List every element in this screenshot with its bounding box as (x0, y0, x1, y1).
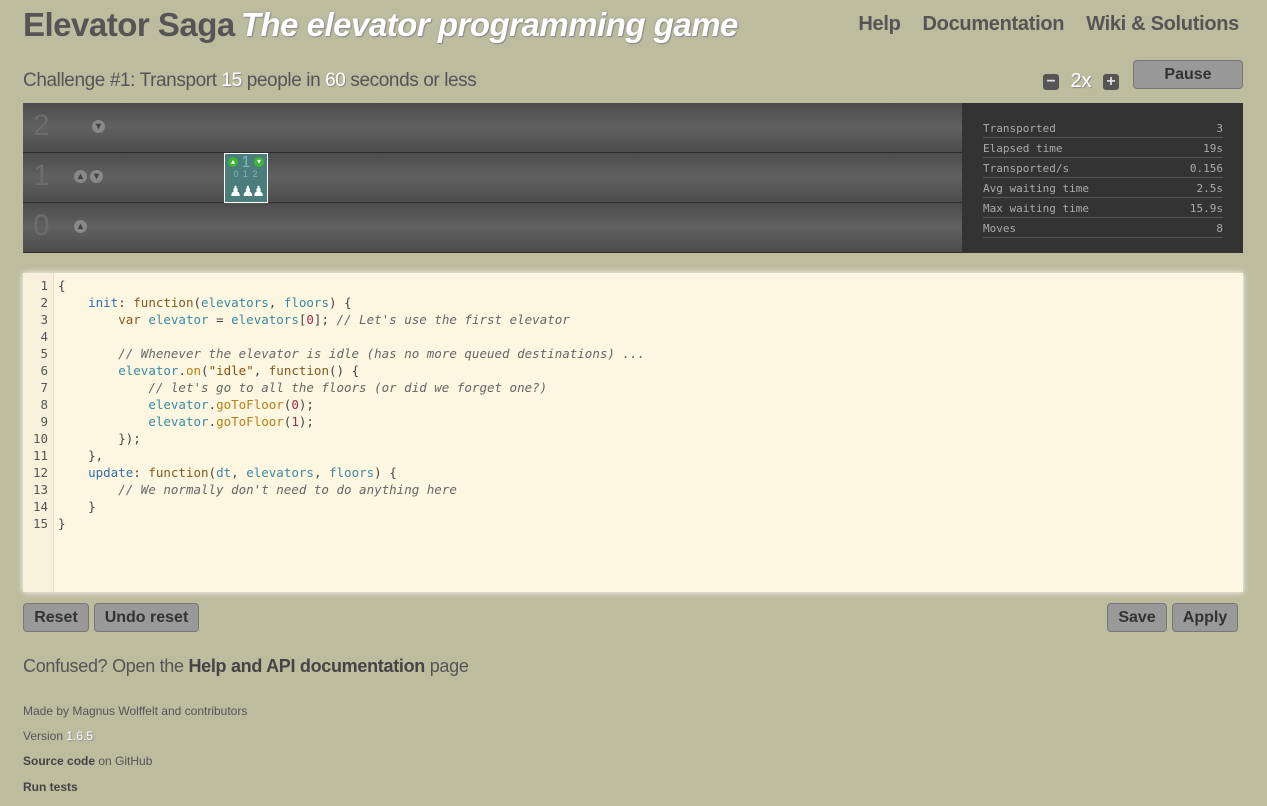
floor-0: 0 ▴ (23, 203, 962, 253)
code-line[interactable]: } (58, 499, 96, 514)
code-line[interactable]: // let's go to all the floors (or did we… (58, 380, 547, 395)
challenge-seconds: 60 (325, 70, 346, 91)
code-line[interactable]: }); (58, 431, 141, 446)
code-line[interactable]: elevator.goToFloor(1); (58, 414, 314, 429)
challenge-middle: people in (246, 70, 321, 91)
source-line: Source code on GitHub (23, 754, 152, 768)
line-number: 4 (40, 329, 48, 344)
line-number: 11 (32, 448, 48, 463)
line-number: 15 (32, 516, 48, 531)
app-title-text: Elevator Saga (23, 6, 235, 43)
code-line[interactable]: // Whenever the elevator is idle (has no… (58, 346, 645, 361)
code-line[interactable]: elevator.goToFloor(0); (58, 397, 314, 412)
line-number-gutter: 1 2 3 4 5 6 7 8 9 10 11 12 13 14 15 (23, 273, 54, 592)
floor-1: 1 ▴ ▾ (23, 153, 962, 203)
stat-row: Avg waiting time 2.5s (983, 180, 1223, 198)
challenge-suffix: seconds or less (350, 70, 477, 91)
apply-button[interactable]: Apply (1172, 603, 1238, 632)
save-button[interactable]: Save (1107, 603, 1167, 632)
stat-row: Max waiting time 15.9s (983, 200, 1223, 218)
challenge-prefix: Challenge #1: Transport (23, 70, 217, 91)
reset-button[interactable]: Reset (23, 603, 89, 632)
challenge-people-count: 15 (221, 70, 242, 91)
floor-2: 2 ▾ (23, 103, 962, 153)
line-number: 7 (40, 380, 48, 395)
version-line: Version 1.6.5 (23, 729, 93, 743)
code-line[interactable]: // We normally don't need to do anything… (58, 482, 457, 497)
floor-down-button-icon[interactable]: ▾ (92, 120, 105, 133)
floor-number: 1 (33, 159, 50, 192)
line-number: 10 (32, 431, 48, 446)
version-number: 1.6.5 (66, 729, 94, 743)
line-number: 2 (40, 295, 48, 310)
elevator-car: ▴ ▾ 1 0 1 2 ♟ ♟♟ (224, 153, 268, 203)
speed-controls: − 2x + (1043, 70, 1119, 93)
line-number: 8 (40, 397, 48, 412)
app-title: Elevator Saga The elevator programming ga… (23, 6, 738, 44)
help-docs-link[interactable]: Help and API documentation (188, 656, 425, 676)
nav-help-link[interactable]: Help (858, 13, 900, 36)
code-line[interactable]: } (58, 516, 66, 531)
code-line[interactable]: }, (58, 448, 103, 463)
undo-reset-button[interactable]: Undo reset (94, 603, 199, 632)
speed-decrease-button[interactable]: − (1043, 73, 1059, 90)
code-line[interactable]: { (58, 278, 66, 293)
stat-row: Elapsed time 19s (983, 140, 1223, 158)
pause-button[interactable]: Pause (1133, 60, 1243, 89)
stat-row: Transported 3 (983, 120, 1223, 138)
code-line[interactable]: init: function(elevators, floors) { (58, 295, 351, 310)
source-code-link[interactable]: Source code (23, 754, 95, 768)
stats-panel: Transported 3 Elapsed time 19s Transported… (962, 103, 1243, 253)
challenge-description: Challenge #1: Transport 15 people in 60 … (23, 70, 477, 92)
floor-down-button-icon[interactable]: ▾ (90, 170, 103, 183)
code-line[interactable]: elevator.on("idle", function() { (58, 363, 359, 378)
elevator-world: 2 ▾ 1 ▴ ▾ 0 ▴ ▴ ▾ 1 0 1 2 ♟ ♟♟ Transport… (23, 103, 1243, 253)
line-number: 14 (32, 499, 48, 514)
speed-value: 2x (1070, 70, 1092, 92)
code-line[interactable]: var elevator = elevators[0]; // Let's us… (58, 312, 570, 327)
nav-documentation-link[interactable]: Documentation (923, 13, 1065, 36)
line-number: 12 (32, 465, 48, 480)
made-by: Made by Magnus Wolffelt and contributors (23, 704, 248, 718)
floor-up-button-icon[interactable]: ▴ (74, 220, 87, 233)
stat-row: Transported/s 0.156 (983, 160, 1223, 178)
line-number: 3 (40, 312, 48, 327)
floor-number: 2 (33, 109, 50, 142)
line-number: 13 (32, 482, 48, 497)
help-prefix: Confused? Open the (23, 656, 184, 676)
source-suffix: on GitHub (98, 754, 153, 768)
floor-up-button-icon[interactable]: ▴ (74, 170, 87, 183)
top-nav: Help Documentation Wiki & Solutions (858, 13, 1239, 36)
run-tests-link[interactable]: Run tests (23, 780, 78, 794)
line-number: 5 (40, 346, 48, 361)
elevator-passengers-icon: ♟ ♟♟ (229, 183, 265, 199)
code-editor[interactable]: 1 2 3 4 5 6 7 8 9 10 11 12 13 14 15 { init: function(e… (23, 273, 1243, 592)
line-number: 1 (40, 278, 48, 293)
line-number: 6 (40, 363, 48, 378)
nav-wiki-link[interactable]: Wiki & Solutions (1086, 13, 1239, 36)
help-line: Confused? Open the Help and API document… (23, 656, 469, 677)
elevator-floor-buttons: 0 1 2 (233, 169, 259, 179)
code-line[interactable]: update: function(dt, elevators, floors) … (58, 465, 397, 480)
version-label: Version (23, 729, 64, 743)
app-subtitle: The elevator programming game (240, 6, 739, 43)
stat-row: Moves 8 (983, 220, 1223, 238)
line-number: 9 (40, 414, 48, 429)
help-suffix: page (429, 656, 469, 676)
speed-increase-button[interactable]: + (1103, 73, 1119, 90)
floor-number: 0 (33, 209, 50, 242)
